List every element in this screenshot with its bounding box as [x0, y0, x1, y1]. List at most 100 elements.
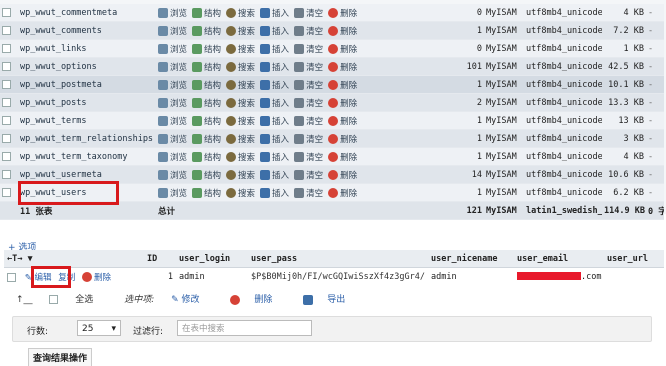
search-action[interactable]: 搜索	[226, 169, 255, 181]
browse-action[interactable]: 浏览	[158, 7, 187, 19]
drop-action[interactable]: 删除	[328, 7, 357, 19]
browse-action[interactable]: 浏览	[158, 43, 187, 55]
col-user-pass[interactable]: user_pass	[248, 250, 428, 268]
drop-action[interactable]: 删除	[328, 97, 357, 109]
col-user-login[interactable]: user_login	[176, 250, 248, 268]
empty-action[interactable]: 清空	[294, 43, 323, 55]
table-name-link[interactable]: wp_wwut_commentmeta	[18, 4, 156, 22]
insert-action[interactable]: 插入	[260, 187, 289, 199]
search-action[interactable]: 搜索	[226, 115, 255, 127]
row-checkbox[interactable]	[2, 169, 11, 179]
search-action[interactable]: 搜索	[226, 133, 255, 145]
structure-action[interactable]: 结构	[192, 79, 221, 91]
empty-action[interactable]: 清空	[294, 79, 323, 91]
insert-action[interactable]: 插入	[260, 43, 289, 55]
browse-action[interactable]: 浏览	[158, 151, 187, 163]
insert-action[interactable]: 插入	[260, 97, 289, 109]
row-checkbox[interactable]	[2, 97, 11, 107]
drop-action[interactable]: 删除	[328, 25, 357, 37]
table-name-link[interactable]: wp_wwut_term_taxonomy	[18, 147, 156, 166]
empty-action[interactable]: 清空	[294, 97, 323, 109]
browse-action[interactable]: 浏览	[158, 25, 187, 37]
empty-action[interactable]: 清空	[294, 25, 323, 37]
table-name-link[interactable]: wp_wwut_postmeta	[18, 75, 156, 94]
search-action[interactable]: 搜索	[226, 61, 255, 73]
row-checkbox[interactable]	[2, 133, 11, 143]
search-action[interactable]: 搜索	[226, 151, 255, 163]
export-link[interactable]: 导出	[303, 294, 359, 305]
drop-action[interactable]: 删除	[328, 133, 357, 145]
row-checkbox[interactable]	[2, 61, 11, 71]
empty-action[interactable]: 清空	[294, 169, 323, 181]
sort-arrows[interactable]: ←T→ ▼	[4, 250, 144, 268]
browse-action[interactable]: 浏览	[158, 133, 187, 145]
browse-action[interactable]: 浏览	[158, 61, 187, 73]
table-name-link[interactable]: wp_wwut_term_relationships	[18, 129, 156, 148]
empty-action[interactable]: 清空	[294, 61, 323, 73]
insert-action[interactable]: 插入	[260, 151, 289, 163]
structure-action[interactable]: 结构	[192, 133, 221, 145]
row-checkbox[interactable]	[7, 272, 16, 282]
insert-action[interactable]: 插入	[260, 133, 289, 145]
row-checkbox[interactable]	[2, 115, 11, 125]
insert-action[interactable]: 插入	[260, 7, 289, 19]
structure-action[interactable]: 结构	[192, 151, 221, 163]
table-name-link[interactable]: wp_wwut_posts	[18, 93, 156, 112]
search-action[interactable]: 搜索	[226, 97, 255, 109]
filter-input[interactable]: 在表中搜索	[177, 320, 312, 336]
empty-action[interactable]: 清空	[294, 133, 323, 145]
empty-action[interactable]: 清空	[294, 151, 323, 163]
structure-action[interactable]: 结构	[192, 169, 221, 181]
empty-action[interactable]: 清空	[294, 187, 323, 199]
row-checkbox[interactable]	[2, 187, 11, 197]
drop-action[interactable]: 删除	[328, 187, 357, 199]
drop-action[interactable]: 删除	[328, 169, 357, 181]
structure-action[interactable]: 结构	[192, 187, 221, 199]
browse-action[interactable]: 浏览	[158, 169, 187, 181]
select-all-label[interactable]: 全选	[75, 295, 93, 305]
col-user-url[interactable]: user_url	[604, 250, 664, 268]
table-name-link[interactable]: wp_wwut_options	[18, 57, 156, 76]
row-checkbox[interactable]	[2, 7, 11, 17]
insert-action[interactable]: 插入	[260, 25, 289, 37]
rows-select[interactable]: 25 ▾	[77, 320, 121, 336]
col-user-email[interactable]: user_email	[514, 250, 604, 268]
row-checkbox[interactable]	[2, 79, 11, 89]
insert-action[interactable]: 插入	[260, 61, 289, 73]
drop-action[interactable]: 删除	[328, 43, 357, 55]
select-all-checkbox[interactable]	[49, 295, 59, 304]
empty-action[interactable]: 清空	[294, 7, 323, 19]
delete-link[interactable]: 删除	[81, 272, 111, 283]
col-user-nicename[interactable]: user_nicename	[428, 250, 514, 268]
search-action[interactable]: 搜索	[226, 25, 255, 37]
drop-action[interactable]: 删除	[328, 151, 357, 163]
table-name-link[interactable]: wp_wwut_links	[18, 39, 156, 58]
structure-action[interactable]: 结构	[192, 97, 221, 109]
structure-action[interactable]: 结构	[192, 61, 221, 73]
row-checkbox[interactable]	[2, 151, 11, 161]
insert-action[interactable]: 插入	[260, 169, 289, 181]
col-id[interactable]: ID	[144, 250, 176, 268]
insert-action[interactable]: 插入	[260, 115, 289, 127]
insert-action[interactable]: 插入	[260, 79, 289, 91]
structure-action[interactable]: 结构	[192, 25, 221, 37]
browse-action[interactable]: 浏览	[158, 187, 187, 199]
structure-action[interactable]: 结构	[192, 115, 221, 127]
structure-action[interactable]: 结构	[192, 43, 221, 55]
structure-action[interactable]: 结构	[192, 7, 221, 19]
browse-action[interactable]: 浏览	[158, 115, 187, 127]
table-name-link[interactable]: wp_wwut_terms	[18, 111, 156, 130]
search-action[interactable]: 搜索	[226, 187, 255, 199]
search-action[interactable]: 搜索	[226, 43, 255, 55]
browse-action[interactable]: 浏览	[158, 97, 187, 109]
row-checkbox[interactable]	[2, 43, 11, 53]
drop-action[interactable]: 删除	[328, 79, 357, 91]
bulk-delete-link[interactable]: 删除	[230, 294, 286, 305]
browse-action[interactable]: 浏览	[158, 79, 187, 91]
row-checkbox[interactable]	[2, 25, 11, 35]
drop-action[interactable]: 删除	[328, 61, 357, 73]
search-action[interactable]: 搜索	[226, 7, 255, 19]
empty-action[interactable]: 清空	[294, 115, 323, 127]
drop-action[interactable]: 删除	[328, 115, 357, 127]
table-name-link[interactable]: wp_wwut_comments	[18, 21, 156, 40]
